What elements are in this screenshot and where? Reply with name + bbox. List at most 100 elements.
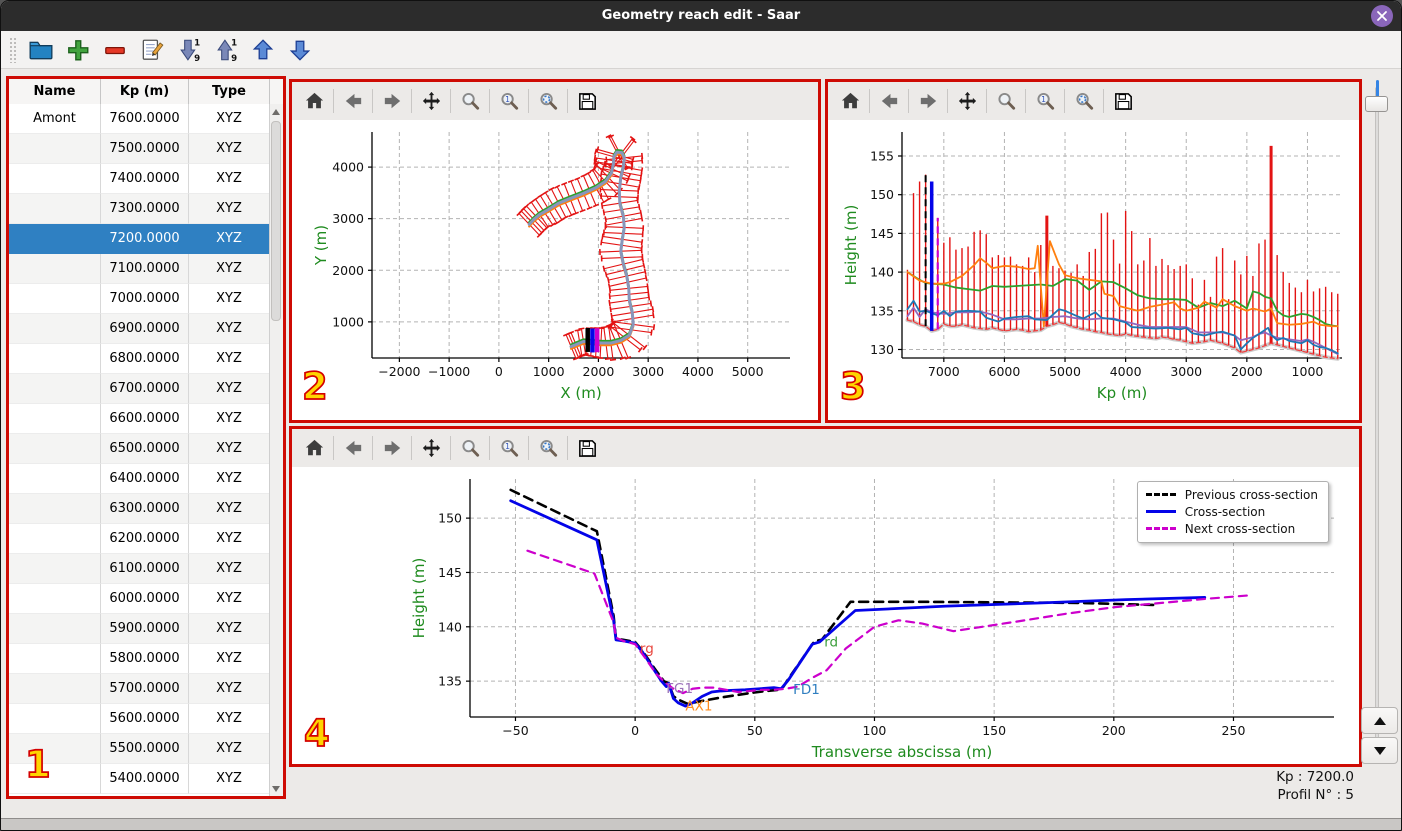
table-row[interactable]: 6500.0000 XYZ xyxy=(9,434,270,464)
table-cell[interactable] xyxy=(9,584,101,614)
close-button[interactable] xyxy=(1371,5,1393,27)
plan-view-plot[interactable]: −2000 −1000 0 1000 2000 3000 4000 5000 1000 2000 3… xyxy=(292,120,818,420)
table-cell[interactable]: XYZ xyxy=(189,164,270,194)
table-row[interactable]: 5900.0000 XYZ xyxy=(9,614,270,644)
profile-down-button[interactable] xyxy=(1361,737,1398,764)
table-row[interactable]: 7000.0000 XYZ xyxy=(9,284,270,314)
table-cell[interactable]: 5600.0000 xyxy=(101,704,189,734)
table-row[interactable]: 5600.0000 XYZ xyxy=(9,704,270,734)
table-cell[interactable]: 7100.0000 xyxy=(101,254,189,284)
scrollbar-thumb[interactable] xyxy=(271,121,281,321)
home-button[interactable] xyxy=(834,86,866,116)
long-profile-plot[interactable]: 7000 6000 5000 4000 3000 2000 1000 130 135 140 145… xyxy=(828,120,1359,420)
table-cell[interactable]: 6300.0000 xyxy=(101,494,189,524)
table-row[interactable]: 7200.0000 XYZ xyxy=(9,224,270,254)
table-row[interactable]: 6700.0000 XYZ xyxy=(9,374,270,404)
table-cell[interactable] xyxy=(9,284,101,314)
zoom-button[interactable] xyxy=(454,433,486,463)
save-button[interactable] xyxy=(1107,86,1139,116)
table-cell[interactable] xyxy=(9,464,101,494)
sort-ascending-button[interactable]: 19 xyxy=(211,35,241,65)
zoom-to-selection-button[interactable]: 1 xyxy=(493,433,525,463)
table-cell[interactable]: 7200.0000 xyxy=(101,224,189,254)
table-cell[interactable]: XYZ xyxy=(189,704,270,734)
table-cell[interactable] xyxy=(9,314,101,344)
table-cell[interactable]: XYZ xyxy=(189,614,270,644)
table-row[interactable]: 7400.0000 XYZ xyxy=(9,164,270,194)
table-cell[interactable]: 7400.0000 xyxy=(101,164,189,194)
table-cell[interactable]: 7500.0000 xyxy=(101,134,189,164)
scrollbar-down-icon[interactable] xyxy=(270,781,282,796)
table-cell[interactable]: Amont xyxy=(9,104,101,134)
table-cell[interactable]: XYZ xyxy=(189,314,270,344)
table-cell[interactable]: XYZ xyxy=(189,404,270,434)
table-cell[interactable]: XYZ xyxy=(189,344,270,374)
zoom-button[interactable] xyxy=(454,86,486,116)
toolbar-grip[interactable] xyxy=(9,36,16,63)
back-button[interactable] xyxy=(337,86,369,116)
plan-view-figure[interactable]: −2000 −1000 0 1000 2000 3000 4000 5000 1000 2000 3… xyxy=(292,120,818,420)
table-row[interactable]: 6000.0000 XYZ xyxy=(9,584,270,614)
table-row[interactable]: 6200.0000 XYZ xyxy=(9,524,270,554)
table-cell[interactable]: XYZ xyxy=(189,764,270,794)
table-cell[interactable]: 5400.0000 xyxy=(101,764,189,794)
table-row[interactable]: 6600.0000 XYZ xyxy=(9,404,270,434)
pan-button[interactable] xyxy=(415,433,447,463)
table-scrollbar[interactable] xyxy=(269,104,283,796)
open-button[interactable] xyxy=(26,35,56,65)
forward-button[interactable] xyxy=(376,86,408,116)
table-row[interactable]: Amont 7600.0000 XYZ xyxy=(9,104,270,134)
table-row[interactable]: 6300.0000 XYZ xyxy=(9,494,270,524)
table-cell[interactable] xyxy=(9,374,101,404)
table-cell[interactable]: 6100.0000 xyxy=(101,554,189,584)
table-cell[interactable]: XYZ xyxy=(189,194,270,224)
table-cell[interactable] xyxy=(9,554,101,584)
zoom-to-selection-button[interactable]: 1 xyxy=(1029,86,1061,116)
profile-slider-track[interactable] xyxy=(1375,87,1379,755)
table-cell[interactable] xyxy=(9,734,101,764)
table-cell[interactable]: XYZ xyxy=(189,554,270,584)
table-row[interactable]: 6100.0000 XYZ xyxy=(9,554,270,584)
move-up-button[interactable] xyxy=(248,35,278,65)
table-row[interactable]: 6400.0000 XYZ xyxy=(9,464,270,494)
table-cell[interactable]: 6500.0000 xyxy=(101,434,189,464)
table-cell[interactable]: XYZ xyxy=(189,224,270,254)
save-button[interactable] xyxy=(571,433,603,463)
edit-profile-button[interactable] xyxy=(137,35,167,65)
table-cell[interactable]: 7000.0000 xyxy=(101,284,189,314)
profile-up-button[interactable] xyxy=(1361,707,1398,734)
table-cell[interactable]: 6000.0000 xyxy=(101,584,189,614)
table-cell[interactable]: XYZ xyxy=(189,374,270,404)
save-button[interactable] xyxy=(571,86,603,116)
table-cell[interactable]: 6200.0000 xyxy=(101,524,189,554)
table-cell[interactable]: 6600.0000 xyxy=(101,404,189,434)
table-cell[interactable]: XYZ xyxy=(189,434,270,464)
table-cell[interactable]: XYZ xyxy=(189,494,270,524)
table-cell[interactable]: XYZ xyxy=(189,734,270,764)
reset-zoom-button[interactable] xyxy=(1068,86,1100,116)
table-cell[interactable]: 6700.0000 xyxy=(101,374,189,404)
table-row[interactable]: 5700.0000 XYZ xyxy=(9,674,270,704)
table-cell[interactable]: XYZ xyxy=(189,644,270,674)
column-header-type[interactable]: Type xyxy=(189,79,270,104)
table-row[interactable]: 7300.0000 XYZ xyxy=(9,194,270,224)
table-cell[interactable]: 7300.0000 xyxy=(101,194,189,224)
table-row[interactable]: 7100.0000 XYZ xyxy=(9,254,270,284)
table-cell[interactable] xyxy=(9,344,101,374)
table-cell[interactable] xyxy=(9,134,101,164)
scrollbar-up-icon[interactable] xyxy=(270,104,282,119)
table-cell[interactable] xyxy=(9,644,101,674)
table-cell[interactable] xyxy=(9,224,101,254)
table-row[interactable]: 5800.0000 XYZ xyxy=(9,644,270,674)
table-cell[interactable] xyxy=(9,254,101,284)
table-cell[interactable]: XYZ xyxy=(189,284,270,314)
reset-zoom-button[interactable] xyxy=(532,86,564,116)
table-cell[interactable] xyxy=(9,164,101,194)
table-cell[interactable] xyxy=(9,704,101,734)
table-cell[interactable]: 6900.0000 xyxy=(101,314,189,344)
table-cell[interactable]: 6400.0000 xyxy=(101,464,189,494)
table-row[interactable]: 6800.0000 XYZ xyxy=(9,344,270,374)
table-cell[interactable]: 5500.0000 xyxy=(101,734,189,764)
sort-descending-button[interactable]: 19 xyxy=(174,35,204,65)
pan-button[interactable] xyxy=(415,86,447,116)
